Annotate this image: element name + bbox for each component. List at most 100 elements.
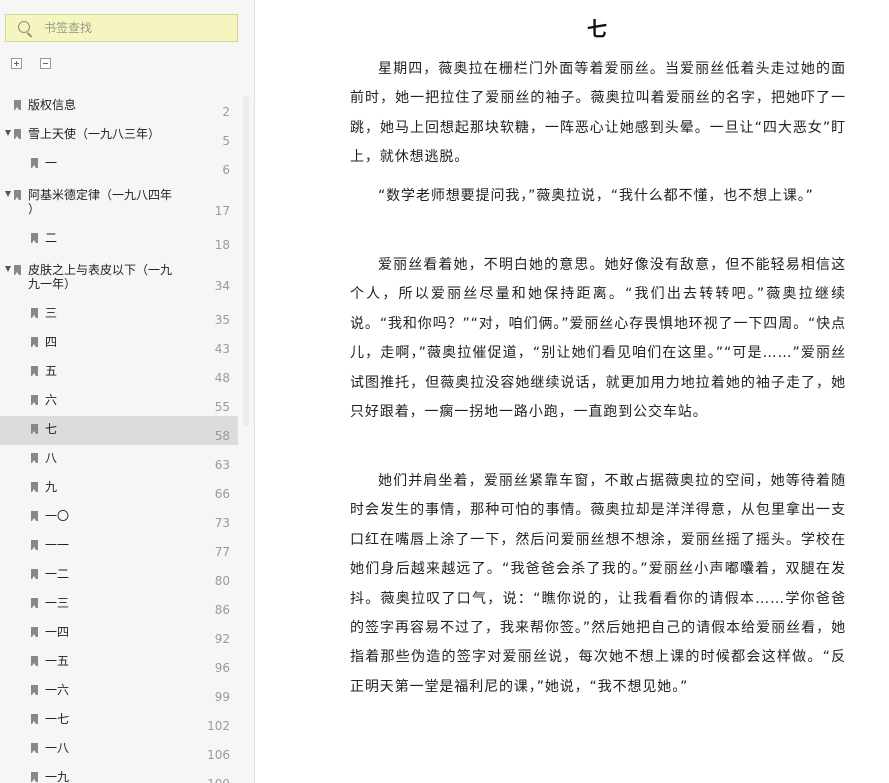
bookmark-icon [31,569,38,579]
bookmark-icon [31,158,38,168]
toc-item-page: 102 [207,719,230,733]
toc-item-page: 99 [214,690,230,704]
toc-item-page: 6 [222,163,230,177]
toc-item-label: 一八 [45,741,70,755]
bookmark-icon [31,540,38,550]
toc-item-page: 92 [214,632,230,646]
toc-item[interactable]: 一七 102 [0,706,238,733]
search-icon [18,21,30,33]
toc-item[interactable]: 五 48 [0,358,238,385]
toc-item-label: 版权信息 [28,98,77,112]
toc-item[interactable]: 一三 86 [0,590,238,617]
toc-item[interactable]: 雪上天使（一九八三年） 5 [0,121,238,148]
toc-item-label: 雪上天使（一九八三年） [28,127,161,141]
toc-item-label: 二 [45,231,58,245]
toc-item-page: 63 [214,458,230,472]
bookmark-icon [14,100,21,110]
toc-item[interactable]: 阿基米德定律（一九八四年 ） 17 [0,182,238,222]
bookmark-icon [31,627,38,637]
bookmark-icon [31,482,38,492]
expand-arrow-icon[interactable] [5,191,11,197]
toc-item-label: 一七 [45,712,70,726]
toc-item[interactable]: 皮肤之上与表皮以下（一九 九一年） 34 [0,257,238,297]
toc-item-page: 55 [214,400,230,414]
toc-item[interactable]: 一八 106 [0,735,238,762]
toc-item-label: 一一 [45,538,70,552]
bookmark-icon [14,129,21,139]
toc-item[interactable]: 一一 77 [0,532,238,559]
expand-arrow-icon[interactable] [5,130,11,136]
bookmark-icon [14,265,21,275]
toc-item-page: 5 [222,134,230,148]
toc-item-page: 106 [207,748,230,762]
toc-item-label: 八 [45,451,58,465]
collapse-all-icon[interactable] [40,58,51,69]
bookmark-search-box[interactable] [5,14,238,42]
toc-item-label: 一六 [45,683,70,697]
toc-item-label: 一〇 [45,509,70,523]
toc-item-label: 九 [45,480,58,494]
bookmark-icon [31,233,38,243]
toc-item[interactable]: 四 43 [0,329,238,356]
toc-item[interactable]: 一六 99 [0,677,238,704]
toc-item-label: 皮肤之上与表皮以下（一九 九一年） [28,263,173,291]
toc-item-label: 一九 [45,770,70,783]
toc-item[interactable]: 三 35 [0,300,238,327]
toc-item[interactable]: 一〇 73 [0,503,238,530]
toc-item[interactable]: 一五 96 [0,648,238,675]
reading-pane: 七 星期四，薇奥拉在栅栏门外面等着爱丽丝。当爱丽丝低着头走过她的面前时，她一把拉… [255,0,889,783]
paragraph: 她们并肩坐着，爱丽丝紧靠车窗，不敢占据薇奥拉的空间，她等待着随时会发生的事情，那… [350,473,846,695]
toc-item[interactable]: 九 66 [0,474,238,501]
toc-item-page: 35 [214,313,230,327]
bookmark-icon [31,453,38,463]
toc-item-label: 七 [45,422,58,436]
bookmark-icon [14,190,21,200]
paragraph: 爱丽丝看着她，不明白她的意思。她好像没有敌意，但不能轻易相信这个人，所以爱丽丝尽… [350,257,846,421]
paragraph: “数学老师想要提问我，”薇奥拉说，“我什么都不懂，也不想上课。” [378,188,814,204]
toc-item[interactable]: 二 18 [0,225,238,255]
bookmark-icon [31,308,38,318]
toc-item-label: 阿基米德定律（一九八四年 ） [28,188,173,216]
toc-item-label: 四 [45,335,58,349]
bookmark-icon [31,366,38,376]
toc-item[interactable]: 一6 [0,150,238,179]
bookmark-icon [31,743,38,753]
bookmark-icon [31,685,38,695]
toc-item[interactable]: 八 63 [0,445,238,472]
expand-all-icon[interactable] [11,58,22,69]
toc-item[interactable]: 一四 92 [0,619,238,646]
bookmark-icon [31,656,38,666]
toc-item-label: 一五 [45,654,70,668]
toc-item[interactable]: 一九 109 [0,764,238,783]
toc-item-label: 三 [45,306,58,320]
toc-item-page: 66 [214,487,230,501]
toc-item-page: 43 [214,342,230,356]
toc-item[interactable]: 一二 80 [0,561,238,588]
bookmark-sidebar: 版权信息2雪上天使（一九八三年）5一6阿基米德定律（一九八四年 ）17二18皮肤… [0,0,255,783]
toc-item-page: 86 [214,603,230,617]
bookmark-search-input[interactable] [44,15,230,41]
toc-item-page: 18 [214,238,230,252]
toc-item-label: 五 [45,364,58,378]
bookmark-icon [31,424,38,434]
toc-item-label: 一 [45,156,58,170]
bookmark-icon [31,511,38,521]
bookmark-icon [31,772,38,782]
toc-item-page: 58 [214,429,230,443]
toc-item-label: 一四 [45,625,70,639]
bookmark-icon [31,337,38,347]
chapter-title: 七 [587,17,607,41]
toc-item[interactable]: 版权信息 2 [0,92,238,119]
toc-item-page: 17 [214,204,230,218]
paragraph: 星期四，薇奥拉在栅栏门外面等着爱丽丝。当爱丽丝低着头走过她的面前时，她一把拉住了… [350,61,846,166]
toc-item-page: 109 [207,777,230,783]
toc-item-page: 96 [214,661,230,675]
sidebar-scrollbar[interactable] [243,96,249,426]
table-of-contents: 版权信息 2 雪上天使（一九八三年） 5 一 6 阿基米德定律（一九八四年 ） 17 二 18 皮肤… [0,88,238,783]
toc-item-page: 48 [214,371,230,385]
expand-arrow-icon[interactable] [5,266,11,272]
toc-item-label: 六 [45,393,58,407]
toc-item[interactable]: 七 58 [0,416,238,445]
toc-item[interactable]: 六 55 [0,387,238,414]
toc-item-label: 一三 [45,596,70,610]
